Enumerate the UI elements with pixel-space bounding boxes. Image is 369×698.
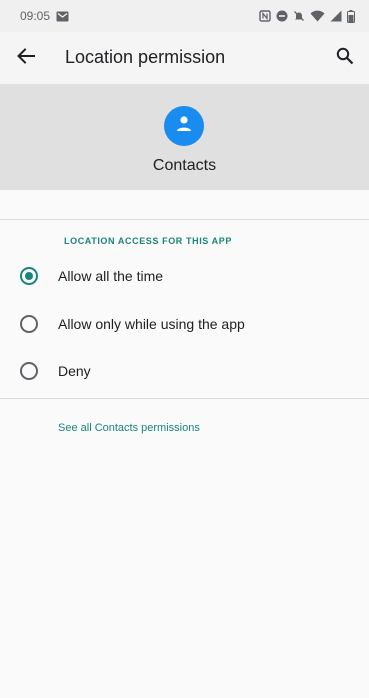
section-header: LOCATION ACCESS FOR THIS APP: [64, 236, 232, 246]
arrow-back-icon: [17, 47, 35, 69]
app-bar: Location permission: [0, 32, 369, 84]
signal-icon: [330, 10, 342, 22]
gmail-icon: [56, 11, 69, 22]
option-label: Deny: [58, 363, 91, 379]
search-button[interactable]: [331, 44, 359, 72]
divider: [0, 398, 369, 399]
status-time: 09:05: [20, 9, 51, 23]
radio-button-checked[interactable]: [20, 267, 38, 285]
page-title: Location permission: [65, 47, 226, 67]
dnd-icon: [276, 10, 288, 22]
app-name: Contacts: [152, 157, 217, 174]
divider: [0, 219, 369, 220]
battery-icon: [347, 9, 355, 23]
app-header: Contacts: [0, 84, 369, 190]
person-icon: [174, 114, 194, 139]
app-avatar: [164, 106, 204, 146]
back-button[interactable]: [12, 44, 40, 72]
wifi-icon: [310, 10, 325, 22]
see-all-permissions-link[interactable]: See all Contacts permissions: [58, 422, 200, 434]
option-allow-while-using[interactable]: Allow only while using the app: [0, 302, 369, 346]
status-bar: 09:05: [0, 0, 369, 32]
option-label: Allow all the time: [58, 268, 164, 284]
search-icon: [336, 47, 354, 70]
option-deny[interactable]: Deny: [0, 349, 369, 393]
mute-icon: [293, 10, 305, 22]
nfc-icon: [259, 10, 271, 22]
radio-button[interactable]: [20, 362, 38, 380]
radio-button[interactable]: [20, 315, 38, 333]
option-allow-all-the-time[interactable]: Allow all the time: [0, 254, 369, 298]
option-label: Allow only while using the app: [58, 316, 245, 332]
